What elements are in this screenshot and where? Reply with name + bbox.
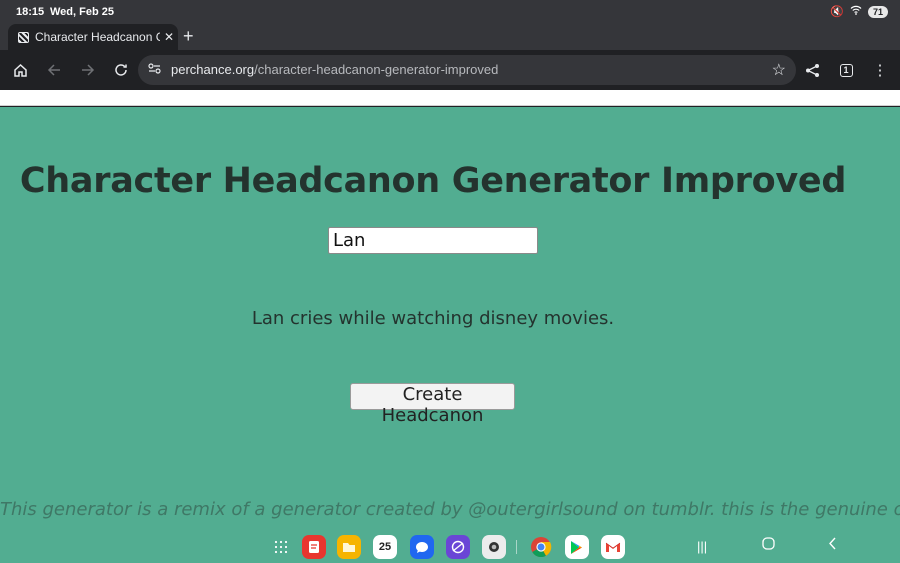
reload-icon[interactable]: [111, 60, 131, 80]
back-nav-icon[interactable]: [828, 537, 838, 555]
new-tab-button[interactable]: +: [183, 27, 194, 45]
url-path: /character-headcanon-generator-improved: [254, 62, 499, 77]
wifi-icon: [850, 5, 862, 18]
camera-app-icon[interactable]: [482, 535, 506, 559]
taskbar: 25 |||: [0, 530, 900, 563]
more-menu-icon[interactable]: ⋮: [870, 60, 890, 80]
headcanon-result: Lan cries while watching disney movies.: [251, 308, 615, 329]
recent-apps-icon[interactable]: |||: [697, 539, 707, 554]
battery-indicator: 71: [867, 5, 888, 18]
mute-icon: 🔇: [830, 6, 844, 18]
tab-count: 1: [839, 63, 853, 77]
status-bar: 18:15 Wed, Feb 25 🔇 71: [0, 0, 900, 24]
page-content: Character Headcanon Generator Improved L…: [0, 107, 900, 563]
create-headcanon-button[interactable]: Create Headcanon: [350, 383, 515, 426]
site-info-icon[interactable]: [148, 62, 161, 78]
gmail-app-icon[interactable]: [601, 535, 625, 559]
messages-app-icon[interactable]: [410, 535, 434, 559]
play-store-app-icon[interactable]: [565, 535, 589, 559]
taskbar-divider: [516, 540, 517, 554]
url-text[interactable]: perchance.org/character-headcanon-genera…: [171, 62, 498, 77]
system-icons: 🔇 71: [830, 5, 888, 18]
browser-toolbar: perchance.org/character-headcanon-genera…: [0, 50, 900, 90]
address-bar[interactable]: perchance.org/character-headcanon-genera…: [138, 55, 796, 85]
bookmark-star-icon[interactable]: ☆: [772, 60, 786, 80]
url-domain: perchance.org: [171, 62, 255, 77]
clock: 18:15: [16, 6, 45, 18]
back-icon[interactable]: [44, 60, 64, 80]
tab-title: Character Headcanon Generator Improved: [35, 30, 160, 44]
page-title: Character Headcanon Generator Improved: [19, 161, 847, 201]
app-drawer-icon[interactable]: [269, 535, 293, 559]
chrome-app-icon[interactable]: [529, 535, 553, 559]
my-files-app-icon[interactable]: [337, 535, 361, 559]
home-icon[interactable]: [10, 60, 30, 80]
notes-app-icon[interactable]: [302, 535, 326, 559]
close-tab-icon[interactable]: ✕: [160, 30, 178, 44]
favicon-icon: [18, 31, 29, 43]
date: Wed, Feb 25: [50, 6, 114, 18]
internet-app-icon[interactable]: [446, 535, 470, 559]
page-top-bar: [0, 90, 900, 106]
home-nav-icon[interactable]: [762, 537, 775, 555]
character-name-input[interactable]: [328, 227, 538, 254]
calendar-day: 25: [378, 541, 392, 553]
tab-switcher-button[interactable]: 1: [836, 60, 856, 80]
calendar-app-icon[interactable]: 25: [373, 535, 397, 559]
tab-strip: Character Headcanon Generator Improved ✕…: [0, 24, 900, 50]
forward-icon[interactable]: [78, 60, 98, 80]
credit-footer: This generator is a remix of a generator…: [0, 499, 900, 520]
share-icon[interactable]: [802, 60, 822, 80]
browser-tab[interactable]: Character Headcanon Generator Improved ✕: [8, 24, 178, 50]
